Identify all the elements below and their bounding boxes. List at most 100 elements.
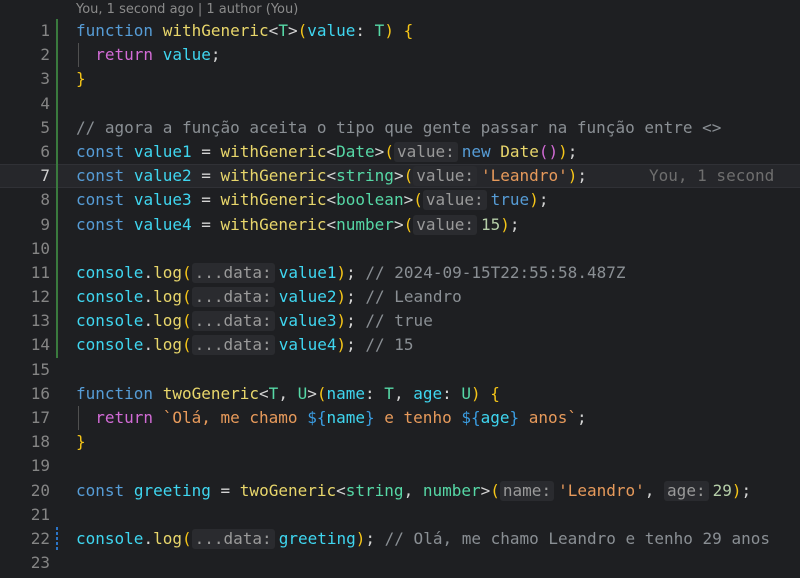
added-line-indicator[interactable] [56, 212, 58, 237]
comment: // agora a função aceita o tipo que gent… [76, 117, 722, 137]
identifier: value1 [133, 141, 192, 161]
code-line-23[interactable]: 23 [0, 551, 800, 575]
line-number[interactable]: 15 [0, 358, 50, 382]
code-line-22[interactable]: 22 console.log(...data: greeting); // Olá… [0, 526, 800, 552]
template-part: `Olá, me chamo [162, 408, 308, 427]
added-line-indicator[interactable] [56, 188, 58, 213]
line-number[interactable]: 5 [0, 116, 50, 140]
code-line-19[interactable]: 19 [0, 454, 800, 478]
line-number[interactable]: 10 [0, 237, 50, 261]
line-number[interactable]: 19 [0, 454, 50, 478]
added-line-indicator[interactable] [56, 67, 58, 92]
code-line-14[interactable]: 14 console.log(...data: value4); // 15 [0, 333, 800, 358]
identifier: value2 [278, 287, 337, 307]
code-line-17[interactable]: 17 return `Olá, me chamo ${name} e tenho… [0, 406, 800, 431]
line-number[interactable]: 3 [0, 67, 50, 91]
type-arg: Date [336, 141, 375, 161]
added-line-indicator[interactable] [56, 309, 58, 334]
added-line-indicator[interactable] [56, 285, 58, 310]
keyword-const: const [76, 141, 125, 161]
added-line-indicator[interactable] [56, 91, 58, 116]
identifier: greeting [278, 528, 356, 548]
function-call: withGeneric [220, 214, 327, 234]
code-line-4[interactable]: 4 [0, 91, 800, 116]
line-number[interactable]: 13 [0, 309, 50, 333]
code-line-10[interactable]: 10 [0, 236, 800, 261]
keyword-new: new [461, 141, 491, 161]
param-type: T [384, 383, 394, 403]
function-name: withGeneric [162, 21, 269, 40]
type-arg: string [336, 166, 394, 186]
line-number[interactable]: 18 [0, 430, 50, 454]
line-number[interactable]: 14 [0, 333, 50, 357]
line-number[interactable]: 21 [0, 503, 50, 527]
identifier-console: console [76, 335, 144, 355]
comment: // 2024-09-15T22:55:58.487Z [365, 262, 626, 282]
line-number[interactable]: 11 [0, 261, 50, 285]
added-line-indicator[interactable] [56, 19, 58, 44]
line-number[interactable]: 17 [0, 406, 50, 430]
inlay-hint-data: ...data: [191, 287, 275, 308]
keyword-const: const [76, 214, 125, 234]
codelens-blame-header[interactable]: You, 1 second ago | 1 author (You) [76, 0, 298, 20]
added-line-indicator[interactable] [56, 164, 58, 189]
identifier: value4 [133, 214, 192, 234]
code-line-7[interactable]: 7 const value2 = withGeneric<string>(val… [0, 164, 800, 189]
inlay-hint-data: ...data: [191, 262, 275, 283]
added-line-indicator[interactable] [56, 236, 58, 261]
line-number[interactable]: 12 [0, 285, 50, 309]
code-line-11[interactable]: 11 console.log(...data: value1); // 2024-… [0, 260, 800, 286]
added-line-indicator[interactable] [56, 115, 58, 140]
param-name: value [307, 21, 356, 40]
code-line-1[interactable]: 1 function withGeneric<T>(value: T) { [0, 19, 800, 44]
code-line-12[interactable]: 12 console.log(...data: value2); // Leand… [0, 285, 800, 310]
inlay-hint-data: ...data: [191, 335, 275, 356]
param-type: T [374, 21, 385, 40]
template-expr: name [326, 408, 365, 427]
line-number[interactable]: 9 [0, 213, 50, 237]
code-line-5[interactable]: 5 // agora a função aceita o tipo que ge… [0, 115, 800, 140]
line-number[interactable]: 16 [0, 382, 50, 406]
code-line-16[interactable]: 16 function twoGeneric<T, U>(name: T, ag… [0, 382, 800, 406]
type-param: U [297, 383, 308, 403]
code-line-20[interactable]: 20 const greeting = twoGeneric<string, n… [0, 479, 800, 503]
code-line-15[interactable]: 15 [0, 358, 800, 382]
code-line-13[interactable]: 13 console.log(...data: value3); // true [0, 309, 800, 334]
added-line-indicator[interactable] [56, 260, 58, 286]
line-number[interactable]: 4 [0, 92, 50, 116]
code-line-9[interactable]: 9 const value4 = withGeneric<number>(val… [0, 212, 800, 237]
keyword-const: const [76, 166, 125, 186]
line-number[interactable]: 23 [0, 551, 50, 575]
template-part: e tenho [374, 408, 462, 427]
code-line-2[interactable]: 2 return value; [0, 43, 800, 68]
code-line-18[interactable]: 18 } [0, 430, 800, 454]
added-line-indicator[interactable] [56, 139, 58, 165]
identifier: value2 [133, 166, 192, 186]
code-line-21[interactable]: 21 [0, 503, 800, 527]
inlay-hint-value: value: [422, 190, 487, 211]
line-number[interactable]: 7 [0, 164, 50, 188]
line-number[interactable]: 8 [0, 188, 50, 212]
editor-lines: 1 function withGeneric<T>(value: T) { 2 … [0, 19, 800, 575]
line-number[interactable]: 20 [0, 479, 50, 503]
comment: // Olá, me chamo Leandro e tenho 29 anos [384, 528, 770, 548]
line-number[interactable]: 22 [0, 527, 50, 551]
param-name: name [326, 383, 366, 403]
identifier: value3 [278, 311, 337, 331]
modified-line-indicator[interactable] [56, 526, 58, 552]
code-line-6[interactable]: 6 const value1 = withGeneric<Date>(value… [0, 139, 800, 165]
code-editor[interactable]: You, 1 second ago | 1 author (You) 1 fun… [0, 0, 800, 578]
line-number[interactable]: 2 [0, 43, 50, 67]
line-number[interactable]: 6 [0, 140, 50, 164]
keyword-const: const [76, 190, 125, 210]
added-line-indicator[interactable] [56, 43, 58, 68]
code-line-3[interactable]: 3 } [0, 67, 800, 92]
added-line-indicator[interactable] [56, 333, 58, 358]
template-expr: age [480, 408, 510, 427]
line-number[interactable]: 1 [0, 19, 50, 43]
type-param: T [278, 21, 288, 40]
inline-blame[interactable]: You, 1 second [649, 166, 774, 185]
code-line-8[interactable]: 8 const value3 = withGeneric<boolean>(va… [0, 188, 800, 213]
identifier-console: console [76, 528, 144, 548]
type-arg: string [345, 480, 404, 500]
